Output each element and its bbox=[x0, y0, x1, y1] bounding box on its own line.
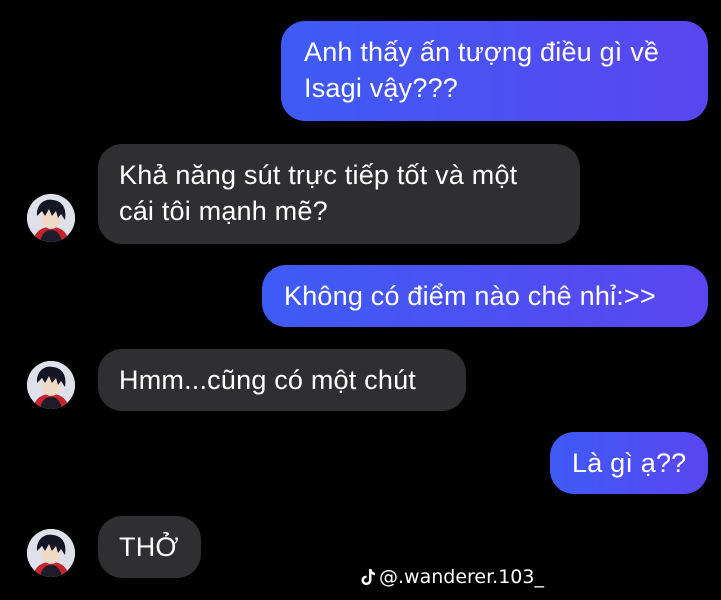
watermark: @.wanderer.103_ bbox=[360, 565, 544, 589]
message-bubble-received[interactable]: THỞ bbox=[98, 516, 201, 578]
avatar-image-icon bbox=[27, 194, 75, 242]
contact-avatar[interactable] bbox=[27, 194, 75, 242]
message-bubble-sent[interactable]: Anh thấy ấn tượng điều gì về Isagi vậy??… bbox=[281, 21, 708, 121]
message-bubble-sent[interactable]: Là gì ạ?? bbox=[550, 432, 708, 494]
message-bubble-received[interactable]: Khả năng sút trực tiếp tốt và một cái tô… bbox=[98, 144, 580, 244]
message-bubble-received[interactable]: Hmm...cũng có một chút bbox=[98, 349, 466, 411]
avatar-image-icon bbox=[27, 529, 75, 577]
watermark-username: @.wanderer.103_ bbox=[379, 566, 544, 588]
contact-avatar[interactable] bbox=[27, 361, 75, 409]
message-bubble-sent[interactable]: Không có điểm nào chê nhỉ:>> bbox=[262, 265, 708, 327]
tiktok-icon bbox=[361, 569, 375, 585]
avatar-image-icon bbox=[27, 361, 75, 409]
contact-avatar[interactable] bbox=[27, 529, 75, 577]
